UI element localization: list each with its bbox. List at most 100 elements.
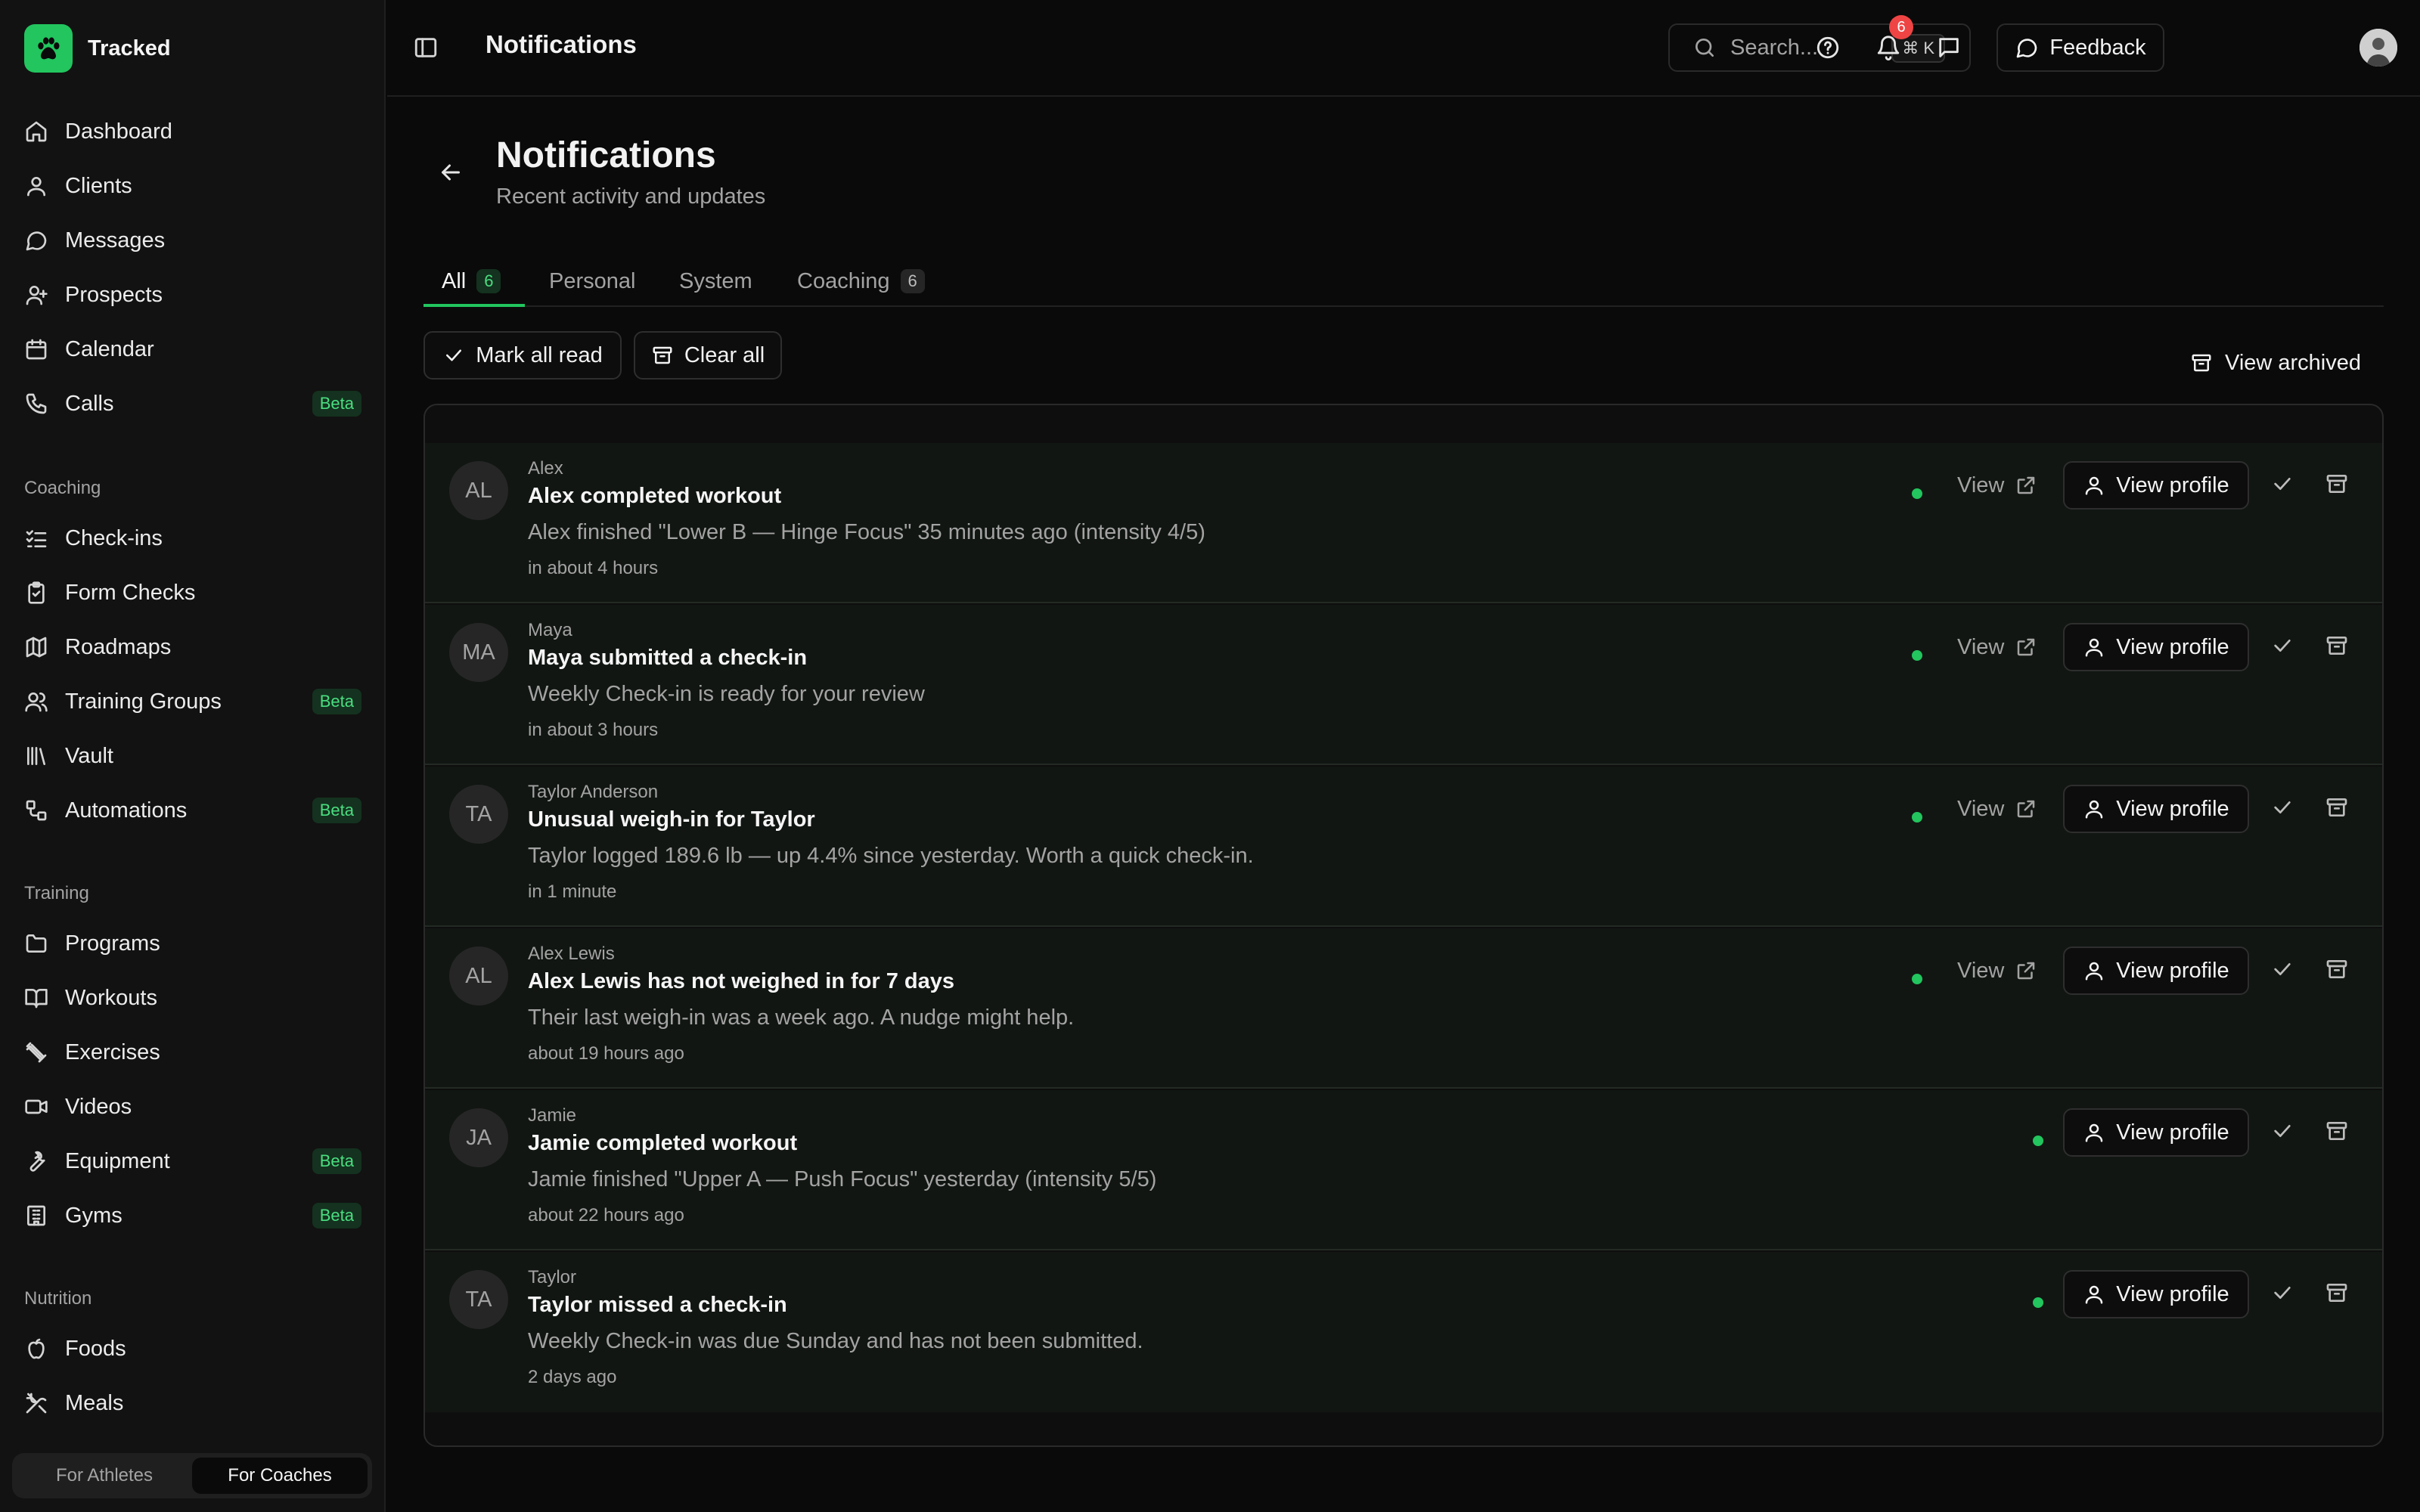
mark-read-check-icon[interactable] (2270, 472, 2294, 496)
mark-read-check-icon[interactable] (2270, 634, 2294, 658)
nav-calendar[interactable]: Calendar (12, 327, 374, 372)
section-label-coaching: Coaching (24, 478, 101, 498)
archive-icon[interactable] (2325, 957, 2349, 981)
nav-meals[interactable]: Meals (12, 1380, 374, 1426)
nav-workouts[interactable]: Workouts (12, 975, 374, 1021)
help-icon[interactable] (1815, 35, 1841, 60)
view-profile-label: View profile (2116, 958, 2229, 983)
view-link[interactable]: View (1957, 626, 2037, 668)
view-link[interactable]: View (1957, 464, 2037, 507)
nav-label: Vault (65, 743, 113, 768)
nav-check-ins[interactable]: Check-ins (12, 516, 374, 561)
view-profile-button[interactable]: View profile (2063, 785, 2249, 833)
view-label: View (1957, 958, 2005, 983)
notification-title: Jamie completed workout (528, 1131, 798, 1155)
archive-icon[interactable] (2325, 795, 2349, 820)
notification-row[interactable]: AL Alex Lewis Alex Lewis has not weighed… (425, 928, 2382, 1089)
nav-exercises[interactable]: Exercises (12, 1030, 374, 1075)
tab-system[interactable]: System (679, 256, 752, 307)
dumbbell-icon (26, 1042, 47, 1063)
notification-time: in 1 minute (528, 881, 617, 902)
calendar-icon (26, 339, 47, 360)
nav-roadmaps[interactable]: Roadmaps (12, 624, 374, 670)
notification-row[interactable]: JA Jamie Jamie completed workout Jamie f… (425, 1090, 2382, 1250)
feedback-label: Feedback (2049, 35, 2146, 60)
archive-icon[interactable] (2325, 1119, 2349, 1143)
nav-gyms[interactable]: Gyms Beta (12, 1193, 374, 1238)
clear-all-button[interactable]: Clear all (634, 331, 782, 380)
notification-time: in about 4 hours (528, 558, 659, 578)
nav-videos[interactable]: Videos (12, 1084, 374, 1129)
notification-message: Alex finished "Lower B — Hinge Focus" 35… (528, 520, 1205, 544)
mark-read-check-icon[interactable] (2270, 957, 2294, 981)
chat-icon[interactable] (1936, 35, 1962, 60)
apple-icon (28, 1338, 45, 1359)
view-profile-button[interactable]: View profile (2063, 1108, 2249, 1157)
nav-dashboard[interactable]: Dashboard (12, 109, 374, 154)
notification-row[interactable]: TA Taylor Taylor missed a check-in Weekl… (425, 1252, 2382, 1412)
nav-prospects[interactable]: Prospects (12, 272, 374, 318)
notification-row[interactable]: MA Maya Maya submitted a check-in Weekly… (425, 605, 2382, 765)
notification-message: Weekly Check-in was due Sunday and has n… (528, 1329, 1143, 1353)
workflow-icon (26, 800, 47, 821)
mark-read-check-icon[interactable] (2270, 1281, 2294, 1305)
mark-read-check-icon[interactable] (2270, 795, 2294, 820)
view-profile-button[interactable]: View profile (2063, 461, 2249, 510)
nav-foods[interactable]: Foods (12, 1326, 374, 1371)
notification-row[interactable]: AL Alex Alex completed workout Alex fini… (425, 443, 2382, 603)
nav-label: Programs (65, 931, 160, 956)
nav-automations[interactable]: Automations Beta (12, 788, 374, 833)
tab-label: All (442, 268, 467, 293)
view-link[interactable]: View (1957, 950, 2037, 992)
brand[interactable]: Tracked (24, 24, 171, 73)
external-link-icon (2018, 800, 2035, 818)
sidebar-toggle-icon[interactable] (413, 35, 439, 60)
book-icon (25, 989, 48, 1009)
feedback-button[interactable]: Feedback (1996, 23, 2164, 72)
user-avatar[interactable] (2360, 29, 2397, 67)
message-icon (26, 231, 47, 251)
unread-dot (2033, 1297, 2043, 1308)
nav-programs[interactable]: Programs (12, 921, 374, 966)
notification-time: 2 days ago (528, 1367, 617, 1387)
nav-label: Exercises (65, 1040, 160, 1064)
back-arrow-icon[interactable] (437, 159, 464, 186)
nav-form-checks[interactable]: Form Checks (12, 570, 374, 615)
nav-equipment[interactable]: Equipment Beta (12, 1139, 374, 1184)
mode-athletes[interactable]: For Athletes (17, 1458, 192, 1494)
view-profile-button[interactable]: View profile (2063, 623, 2249, 671)
tab-label: Personal (549, 268, 636, 293)
view-archived-button[interactable]: View archived (2190, 339, 2361, 387)
tab-personal[interactable]: Personal (549, 256, 635, 307)
view-profile-button[interactable]: View profile (2063, 947, 2249, 995)
archive-icon[interactable] (2325, 1281, 2349, 1305)
archive-icon[interactable] (2325, 634, 2349, 658)
nav-clients[interactable]: Clients (12, 163, 374, 209)
nav-messages[interactable]: Messages (12, 218, 374, 263)
notification-sender: Alex (528, 458, 563, 479)
tab-all[interactable]: All 6 (442, 256, 501, 307)
avatar: AL (449, 947, 508, 1005)
view-link[interactable]: View (1957, 788, 2037, 830)
nav-label: Meals (65, 1390, 124, 1415)
view-profile-button[interactable]: View profile (2063, 1270, 2249, 1318)
external-link-icon (2018, 476, 2035, 494)
notification-title: Alex Lewis has not weighed in for 7 days (528, 969, 955, 993)
nav-training-groups[interactable]: Training Groups Beta (12, 679, 374, 724)
avatar: JA (449, 1108, 508, 1167)
archive-icon[interactable] (2325, 472, 2349, 496)
tab-coaching[interactable]: Coaching 6 (797, 256, 925, 307)
user-icon (2086, 1123, 2103, 1142)
button-label: Clear all (684, 342, 765, 367)
mark-all-read-button[interactable]: Mark all read (424, 331, 622, 380)
mode-coaches[interactable]: For Coaches (192, 1458, 368, 1494)
avatar: AL (449, 461, 508, 520)
video-icon (25, 1099, 48, 1114)
sidebar: Tracked Dashboard Clients Messages Prosp… (0, 0, 386, 1512)
list-check-icon (26, 530, 47, 547)
notification-row[interactable]: TA Taylor Anderson Unusual weigh-in for … (425, 767, 2382, 927)
nav-calls[interactable]: Calls Beta (12, 381, 374, 426)
mark-read-check-icon[interactable] (2270, 1119, 2294, 1143)
nav-label: Videos (65, 1094, 132, 1119)
nav-vault[interactable]: Vault (12, 733, 374, 779)
